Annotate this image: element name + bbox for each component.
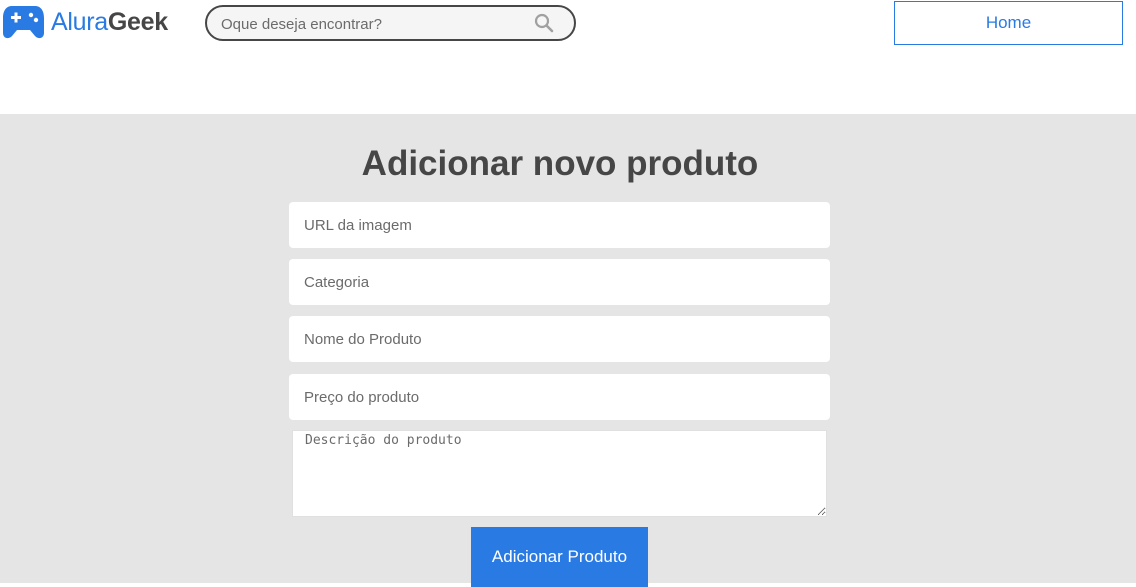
search-bar	[205, 5, 576, 41]
category-field[interactable]	[289, 259, 830, 305]
image-url-field[interactable]	[289, 202, 830, 248]
home-button[interactable]: Home	[894, 1, 1123, 45]
logo-text: AluraGeek	[51, 4, 168, 40]
logo-text-alura: Alura	[51, 8, 108, 36]
search-icon[interactable]	[534, 13, 554, 38]
search-input[interactable]	[221, 14, 521, 34]
logo-text-geek: Geek	[107, 8, 168, 36]
logo[interactable]: AluraGeek	[2, 4, 168, 40]
add-product-button[interactable]: Adicionar Produto	[471, 527, 648, 587]
product-description-field[interactable]	[292, 430, 827, 517]
gamepad-icon	[3, 6, 44, 39]
header: AluraGeek Home	[0, 0, 1136, 114]
product-name-field[interactable]	[289, 316, 830, 362]
main-content: Adicionar novo produto Adicionar Produto	[0, 114, 1136, 587]
product-price-field[interactable]	[289, 374, 830, 420]
page-title: Adicionar novo produto	[361, 144, 759, 183]
